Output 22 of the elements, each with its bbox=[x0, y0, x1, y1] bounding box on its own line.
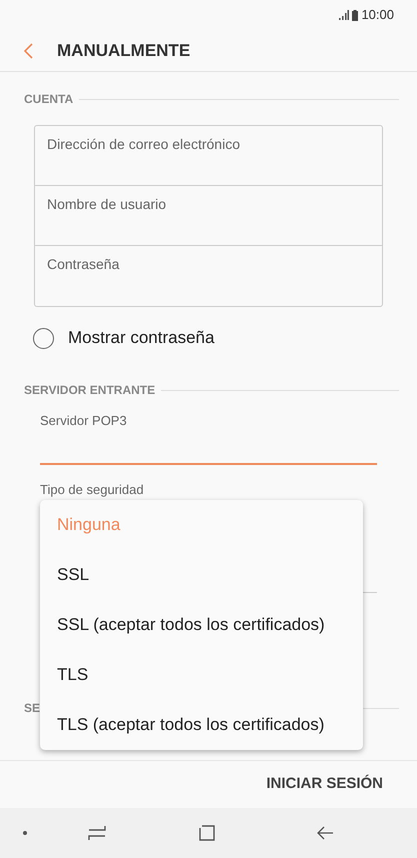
dropdown-option[interactable]: SSL (aceptar todos los certificados) bbox=[40, 600, 363, 650]
input-field[interactable]: Dirección de correo electrónico bbox=[47, 134, 370, 154]
signal-icon bbox=[339, 10, 350, 20]
section-label: CUENTA bbox=[24, 91, 74, 108]
home-icon[interactable] bbox=[199, 825, 215, 841]
input-field[interactable]: Nombre de usuario bbox=[47, 194, 370, 214]
dropdown-option[interactable]: TLS bbox=[40, 650, 363, 700]
field-label: Servidor POP3 bbox=[40, 412, 128, 430]
clock: 10:00 bbox=[361, 6, 394, 24]
dropdown-option[interactable]: SSL bbox=[40, 550, 363, 600]
input-field[interactable]: Contraseña bbox=[47, 254, 370, 274]
section-label: SE bbox=[24, 700, 40, 717]
section-label: SERVIDOR ENTRANTE bbox=[24, 382, 156, 399]
radio-button[interactable] bbox=[33, 328, 54, 348]
back-icon[interactable] bbox=[316, 826, 334, 840]
screen-title: MANUALMENTE bbox=[57, 40, 190, 62]
recents-icon[interactable] bbox=[87, 825, 107, 841]
show-password-label[interactable]: Mostrar contraseña bbox=[68, 325, 214, 351]
dropdown-option[interactable]: TLS (aceptar todos los certificados) bbox=[40, 700, 363, 750]
field-label: Tipo de seguridad bbox=[40, 481, 145, 499]
battery-icon bbox=[352, 10, 358, 20]
sign-in-button[interactable]: INICIAR SESIÓN bbox=[266, 773, 383, 796]
